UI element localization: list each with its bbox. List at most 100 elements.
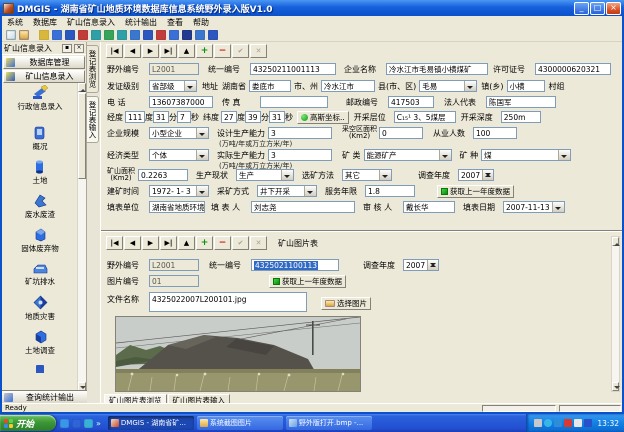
- sidebar-item-geo-disaster[interactable]: 地质灾害: [2, 293, 78, 327]
- quick-launch-icon-3[interactable]: [84, 419, 93, 428]
- overview-tool-icon[interactable]: [65, 30, 75, 40]
- quick-launch-icon-2[interactable]: [72, 419, 81, 428]
- new-document-icon[interactable]: [6, 30, 16, 40]
- build-time-select[interactable]: 1972- 1- 3: [149, 185, 209, 197]
- scroll-down-icon[interactable]: [612, 382, 619, 391]
- pic-last-button[interactable]: ▶|: [160, 236, 177, 250]
- sidebar-item-clipped[interactable]: [2, 361, 78, 373]
- disaster-tool-icon[interactable]: [130, 30, 140, 40]
- scale-select[interactable]: 小型企业: [149, 127, 209, 139]
- enterprise-name-field[interactable]: 冷水江市毛易镇小横煤矿: [386, 63, 488, 75]
- chart-tool-icon[interactable]: [182, 30, 192, 40]
- sidebar-group-mine-entry[interactable]: 矿山信息录入: [3, 70, 85, 83]
- tray-volume-icon[interactable]: [584, 419, 592, 427]
- last-record-button[interactable]: ▶|: [160, 44, 177, 58]
- pic-fetch-previous-year-button[interactable]: 获取上一年度数据: [269, 275, 346, 288]
- scroll-thumb[interactable]: [78, 93, 86, 179]
- sidebar-close-icon[interactable]: ×: [74, 44, 84, 53]
- sidebar-item-waste-water[interactable]: 废水废渣: [2, 191, 78, 225]
- pic-prev-button[interactable]: ◀: [124, 236, 141, 250]
- refresh-record-button[interactable]: ▲: [178, 44, 195, 58]
- goaf-area-field[interactable]: 0: [379, 127, 423, 139]
- tray-messenger-icon[interactable]: [544, 419, 552, 427]
- sidebar-item-pit-drainage[interactable]: 矿坑排水: [2, 259, 78, 293]
- pic-confirm-button[interactable]: ✔: [232, 236, 249, 250]
- town-field[interactable]: 小横: [507, 80, 545, 92]
- menu-mine-info-entry[interactable]: 矿山信息录入: [62, 17, 120, 28]
- report-tool-icon[interactable]: [195, 30, 205, 40]
- sidebar-item-land[interactable]: 土地: [2, 157, 78, 191]
- longitude-deg-field[interactable]: 111: [125, 111, 145, 123]
- file-name-field[interactable]: 4325022007L200101.jpg: [149, 292, 307, 312]
- prev-record-button[interactable]: ◀: [124, 44, 141, 58]
- pic-add-button[interactable]: +: [196, 236, 213, 250]
- taskbar-task-dmgis[interactable]: DMGIS - 湖南省矿...: [108, 416, 194, 430]
- fill-date-select[interactable]: 2007-11-13: [503, 201, 565, 213]
- confirm-record-button[interactable]: ✔: [232, 44, 249, 58]
- longitude-sec-field[interactable]: 7: [177, 111, 191, 123]
- tab-register-browse[interactable]: 登记表浏览: [87, 45, 99, 93]
- latitude-sec-field[interactable]: 31: [269, 111, 285, 123]
- pic-first-button[interactable]: |◀: [106, 236, 123, 250]
- sidebar-item-solid-waste[interactable]: 固体废弃物: [2, 225, 78, 259]
- menu-view[interactable]: 查看: [162, 17, 188, 28]
- cancel-record-button[interactable]: ✕: [250, 44, 267, 58]
- delete-record-button[interactable]: −: [214, 44, 231, 58]
- solid-waste-tool-icon[interactable]: [104, 30, 114, 40]
- pic-cancel-button[interactable]: ✕: [250, 236, 267, 250]
- city-field[interactable]: 娄底市: [249, 80, 291, 92]
- close-button[interactable]: ×: [606, 2, 621, 15]
- choose-picture-button[interactable]: 选择图片: [321, 297, 371, 310]
- fill-unit-field[interactable]: 湖南省地质环境: [149, 201, 205, 213]
- admin-tool-icon[interactable]: [52, 30, 62, 40]
- mine-area-field[interactable]: 0.2263: [138, 169, 188, 181]
- economic-type-select[interactable]: 个体: [149, 149, 209, 161]
- legal-rep-field[interactable]: 陈国军: [486, 96, 556, 108]
- open-folder-icon[interactable]: [19, 30, 29, 40]
- tray-security-icon[interactable]: [564, 419, 572, 427]
- start-button[interactable]: 开始: [0, 415, 56, 431]
- gauss-coord-button[interactable]: 高斯坐标..: [297, 111, 349, 124]
- scroll-up-icon[interactable]: [78, 83, 86, 92]
- postcode-field[interactable]: 417503: [388, 96, 434, 108]
- sidebar-item-land-survey[interactable]: 土地调查: [2, 327, 78, 361]
- longitude-min-field[interactable]: 31: [153, 111, 169, 123]
- menu-statistics-output[interactable]: 统计输出: [120, 17, 162, 28]
- service-life-field[interactable]: 1.8: [365, 185, 415, 197]
- sidebar-scrollbar[interactable]: [77, 83, 86, 391]
- download-tool-icon[interactable]: [156, 30, 166, 40]
- waste-water-tool-icon[interactable]: [91, 30, 101, 40]
- fetch-previous-year-button[interactable]: 获取上一年度数据: [437, 185, 514, 198]
- mining-depth-field[interactable]: 250m: [501, 111, 541, 123]
- menu-help[interactable]: 帮助: [188, 17, 214, 28]
- mining-method-select[interactable]: 井下开采: [257, 185, 317, 197]
- restore-button[interactable]: □: [590, 2, 605, 15]
- taskbar-task-screenshots-folder[interactable]: 系统截图图片: [197, 416, 283, 430]
- stats-tool-icon[interactable]: [169, 30, 179, 40]
- sidebar-item-admin-entry[interactable]: 行政信息录入: [2, 83, 78, 123]
- tab-register-input[interactable]: 登记表输入: [87, 96, 99, 144]
- tray-ime-icon[interactable]: [574, 419, 582, 427]
- minimize-button[interactable]: _: [574, 2, 589, 15]
- survey-year-spinner[interactable]: 2007: [458, 169, 494, 181]
- next-record-button[interactable]: ▶: [142, 44, 159, 58]
- tray-device-icon[interactable]: [534, 419, 542, 427]
- cert-level-select[interactable]: 省部级: [149, 80, 197, 92]
- scroll-up-icon[interactable]: [612, 237, 619, 246]
- pic-next-button[interactable]: ▶: [142, 236, 159, 250]
- add-record-button[interactable]: +: [196, 44, 213, 58]
- design-capacity-field[interactable]: 3: [268, 127, 332, 139]
- latitude-min-field[interactable]: 39: [245, 111, 261, 123]
- auditor-field[interactable]: 戴长华: [403, 201, 455, 213]
- phone-field[interactable]: 13607387000: [149, 96, 213, 108]
- menu-system[interactable]: 系统: [2, 17, 28, 28]
- picture-panel-scrollbar[interactable]: [611, 236, 620, 392]
- menu-database[interactable]: 数据库: [28, 17, 62, 28]
- picture-no-field[interactable]: 01: [149, 275, 199, 287]
- license-no-field[interactable]: 4300000620321: [535, 63, 611, 75]
- first-record-button[interactable]: |◀: [106, 44, 123, 58]
- taskbar-task-bmp-image[interactable]: 野外版打开.bmp -...: [286, 416, 372, 430]
- sidebar-item-overview[interactable]: 概况: [2, 123, 78, 157]
- land-tool-icon[interactable]: [78, 30, 88, 40]
- mining-layer-field[interactable]: C₁₅¹ 3、5煤层: [394, 111, 456, 123]
